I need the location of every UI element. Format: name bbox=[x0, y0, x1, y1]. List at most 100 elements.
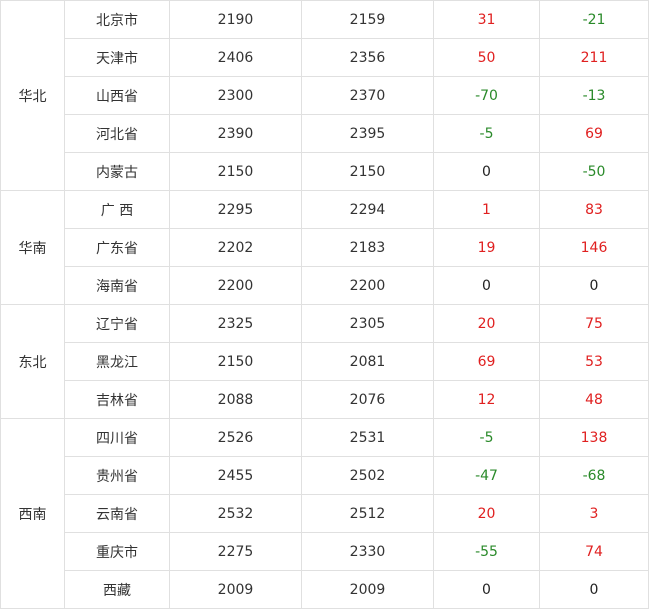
province-cell: 山西省 bbox=[64, 76, 170, 115]
table-row: 海南省 2200 2200 0 0 bbox=[1, 266, 649, 305]
province-cell: 广 西 bbox=[64, 190, 170, 229]
change-2-cell: 75 bbox=[539, 304, 649, 343]
change-2-cell: 0 bbox=[539, 570, 649, 609]
province-cell: 广东省 bbox=[64, 228, 170, 267]
price-b-cell: 2395 bbox=[301, 114, 434, 153]
table-row: 华南 广 西 2295 2294 1 83 bbox=[0, 190, 649, 305]
price-b-cell: 2294 bbox=[301, 190, 434, 229]
price-b-cell: 2356 bbox=[301, 38, 434, 77]
change-1-cell: 69 bbox=[433, 342, 540, 381]
price-a-cell: 2300 bbox=[169, 76, 302, 115]
price-b-cell: 2081 bbox=[301, 342, 434, 381]
province-cell: 西藏 bbox=[64, 570, 170, 609]
region-cell: 东北 bbox=[0, 304, 65, 419]
table-row: 华北 北京市 2190 2159 31 -21 bbox=[0, 0, 649, 191]
price-b-cell: 2370 bbox=[301, 76, 434, 115]
province-cell: 云南省 bbox=[64, 494, 170, 533]
price-a-cell: 2009 bbox=[169, 570, 302, 609]
price-a-cell: 2325 bbox=[169, 304, 302, 343]
change-2-cell: 48 bbox=[539, 380, 649, 419]
price-a-cell: 2390 bbox=[169, 114, 302, 153]
table-row: 贵州省 2455 2502 -47 -68 bbox=[1, 456, 649, 495]
price-a-cell: 2190 bbox=[169, 0, 302, 39]
change-2-cell: 0 bbox=[539, 266, 649, 305]
price-b-cell: 2512 bbox=[301, 494, 434, 533]
price-a-cell: 2526 bbox=[169, 418, 302, 457]
change-1-cell: 20 bbox=[433, 494, 540, 533]
province-cell: 北京市 bbox=[64, 0, 170, 39]
price-a-cell: 2455 bbox=[169, 456, 302, 495]
table-row: 广东省 2202 2183 19 146 bbox=[1, 228, 649, 267]
price-a-cell: 2150 bbox=[169, 342, 302, 381]
change-2-cell: 74 bbox=[539, 532, 649, 571]
price-b-cell: 2183 bbox=[301, 228, 434, 267]
change-1-cell: 31 bbox=[433, 0, 540, 39]
change-2-cell: 211 bbox=[539, 38, 649, 77]
price-b-cell: 2330 bbox=[301, 532, 434, 571]
change-2-cell: 3 bbox=[539, 494, 649, 533]
price-b-cell: 2200 bbox=[301, 266, 434, 305]
price-a-cell: 2088 bbox=[169, 380, 302, 419]
table-row: 吉林省 2088 2076 12 48 bbox=[1, 380, 649, 419]
change-2-cell: 69 bbox=[539, 114, 649, 153]
change-1-cell: 0 bbox=[433, 570, 540, 609]
table-row: 内蒙古 2150 2150 0 -50 bbox=[1, 152, 649, 191]
change-2-cell: -21 bbox=[539, 0, 649, 39]
table-row: 东北 辽宁省 2325 2305 20 75 bbox=[0, 304, 649, 419]
change-2-cell: 83 bbox=[539, 190, 649, 229]
change-1-cell: 1 bbox=[433, 190, 540, 229]
price-a-cell: 2532 bbox=[169, 494, 302, 533]
change-2-cell: -68 bbox=[539, 456, 649, 495]
table-row: 重庆市 2275 2330 -55 74 bbox=[1, 532, 649, 571]
change-1-cell: -47 bbox=[433, 456, 540, 495]
price-table: 华北 北京市 2190 2159 31 -21 天津市 2406 2356 50… bbox=[0, 0, 649, 609]
table-row: 云南省 2532 2512 20 3 bbox=[1, 494, 649, 533]
province-cell: 内蒙古 bbox=[64, 152, 170, 191]
table-row: 天津市 2406 2356 50 211 bbox=[1, 38, 649, 77]
price-b-cell: 2076 bbox=[301, 380, 434, 419]
change-1-cell: -5 bbox=[433, 418, 540, 457]
province-cell: 重庆市 bbox=[64, 532, 170, 571]
change-1-cell: -70 bbox=[433, 76, 540, 115]
province-cell: 天津市 bbox=[64, 38, 170, 77]
change-1-cell: 20 bbox=[433, 304, 540, 343]
change-2-cell: 146 bbox=[539, 228, 649, 267]
price-a-cell: 2150 bbox=[169, 152, 302, 191]
table-row: 黑龙江 2150 2081 69 53 bbox=[1, 342, 649, 381]
price-b-cell: 2009 bbox=[301, 570, 434, 609]
price-b-cell: 2305 bbox=[301, 304, 434, 343]
table-row: 河北省 2390 2395 -5 69 bbox=[1, 114, 649, 153]
table-body: 华北 北京市 2190 2159 31 -21 天津市 2406 2356 50… bbox=[0, 0, 649, 609]
region-cell: 华北 bbox=[0, 0, 65, 191]
price-b-cell: 2150 bbox=[301, 152, 434, 191]
price-a-cell: 2406 bbox=[169, 38, 302, 77]
price-a-cell: 2200 bbox=[169, 266, 302, 305]
price-a-cell: 2295 bbox=[169, 190, 302, 229]
change-1-cell: -55 bbox=[433, 532, 540, 571]
table-row: 西南 四川省 2526 2531 -5 138 bbox=[0, 418, 649, 609]
price-a-cell: 2202 bbox=[169, 228, 302, 267]
change-2-cell: 138 bbox=[539, 418, 649, 457]
province-cell: 河北省 bbox=[64, 114, 170, 153]
change-1-cell: 0 bbox=[433, 152, 540, 191]
change-1-cell: 0 bbox=[433, 266, 540, 305]
price-b-cell: 2159 bbox=[301, 0, 434, 39]
change-1-cell: 19 bbox=[433, 228, 540, 267]
province-cell: 黑龙江 bbox=[64, 342, 170, 381]
region-cell: 西南 bbox=[0, 418, 65, 609]
change-1-cell: -5 bbox=[433, 114, 540, 153]
province-cell: 吉林省 bbox=[64, 380, 170, 419]
change-2-cell: -50 bbox=[539, 152, 649, 191]
table-row: 山西省 2300 2370 -70 -13 bbox=[1, 76, 649, 115]
price-b-cell: 2502 bbox=[301, 456, 434, 495]
province-cell: 辽宁省 bbox=[64, 304, 170, 343]
change-1-cell: 12 bbox=[433, 380, 540, 419]
province-cell: 贵州省 bbox=[64, 456, 170, 495]
province-cell: 海南省 bbox=[64, 266, 170, 305]
price-b-cell: 2531 bbox=[301, 418, 434, 457]
province-cell: 四川省 bbox=[64, 418, 170, 457]
table-row: 西藏 2009 2009 0 0 bbox=[1, 570, 649, 609]
change-1-cell: 50 bbox=[433, 38, 540, 77]
price-a-cell: 2275 bbox=[169, 532, 302, 571]
change-2-cell: 53 bbox=[539, 342, 649, 381]
